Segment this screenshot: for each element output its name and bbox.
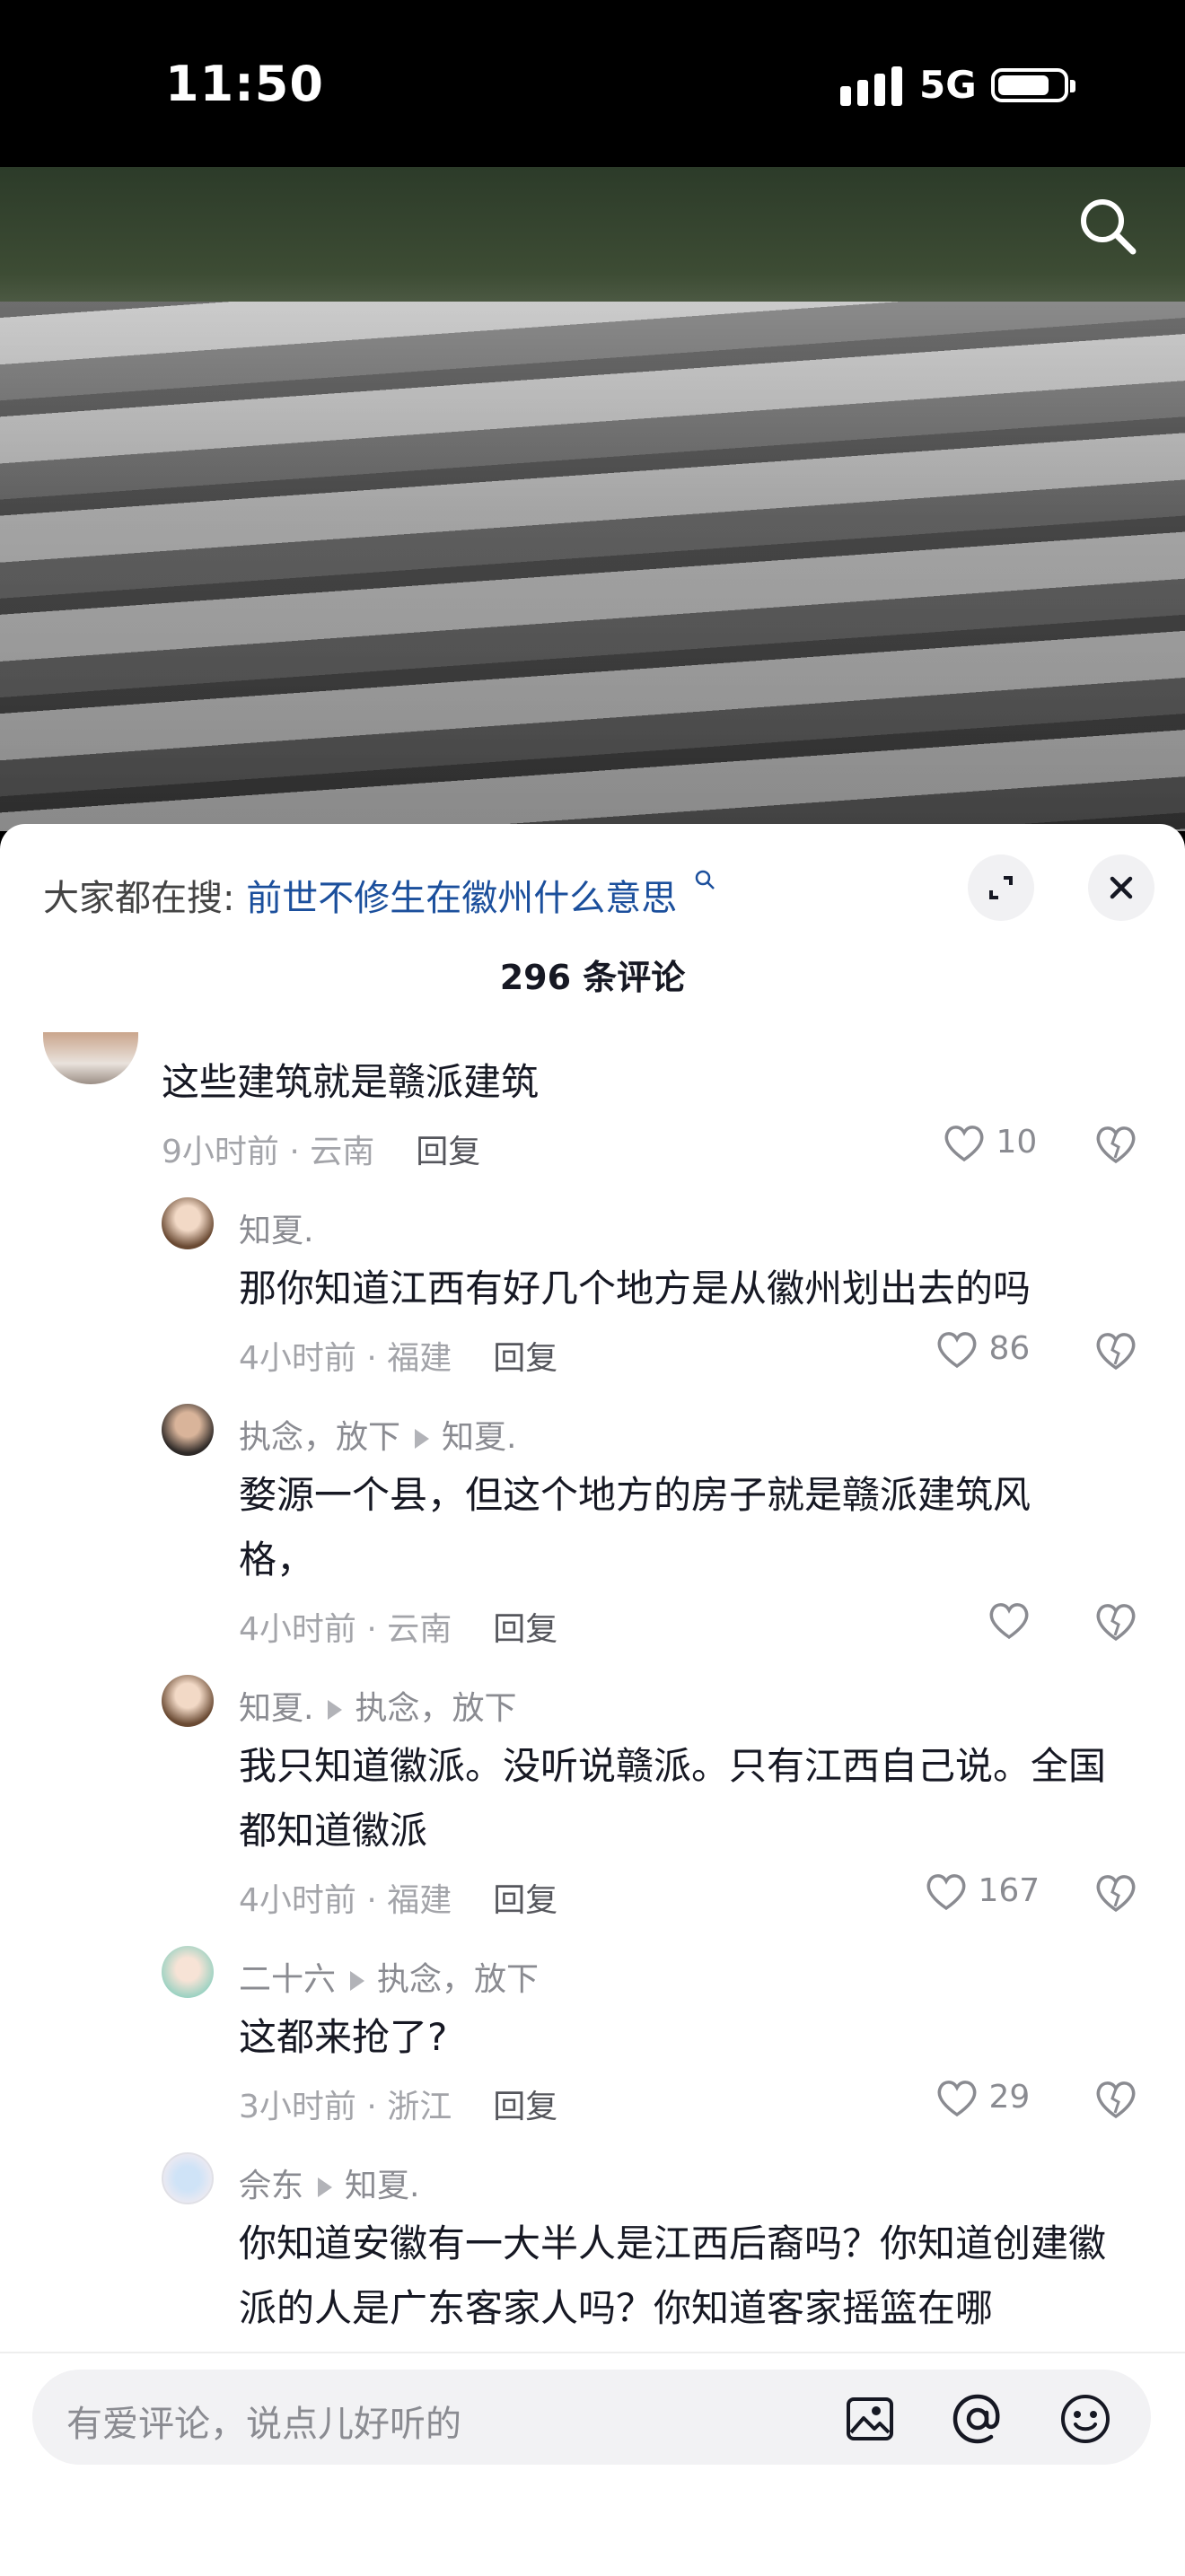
comment-time-location: 4小时前 · 福建 (239, 1340, 452, 1377)
like-count: 10 (996, 1124, 1038, 1161)
like-button[interactable]: 167 (925, 1872, 1040, 1912)
comment-username: 佘东 知夏. (239, 2160, 419, 2206)
close-button[interactable] (1088, 854, 1154, 921)
comment-time-location: 9小时前 · 云南 (162, 1134, 375, 1170)
dislike-icon[interactable] (1093, 2079, 1138, 2120)
comment-text: 我只知道徽派。没听说赣派。只有江西自己说。全国都知道徽派 (239, 1744, 1107, 1853)
dislike-icon[interactable] (1093, 1872, 1138, 1914)
close-icon (1110, 876, 1133, 899)
like-count: 29 (988, 2079, 1031, 2116)
video-forest (0, 167, 1185, 320)
comment-meta: 4小时前 · 云南 回复 (239, 1603, 557, 1650)
comment-input-bar: 有爱评论，说点儿好听的 (0, 2352, 1185, 2576)
comment-username: 二十六 执念，放下 (239, 1953, 539, 2000)
comment-username: 知夏. 执念，放下 (239, 1682, 516, 1729)
heart-icon (937, 1332, 977, 1369)
reply-arrow-icon (318, 2177, 333, 2197)
comment-meta: 3小时前 · 浙江 回复 (239, 2081, 557, 2127)
comment-input[interactable]: 有爱评论，说点儿好听的 (32, 2370, 1151, 2465)
comment-count: 296 条评论 (499, 958, 686, 997)
expand-icon (989, 876, 1013, 899)
comment-time-location: 3小时前 · 浙江 (239, 2089, 452, 2125)
reply-arrow-icon (328, 1700, 343, 1720)
comment-text: 这些建筑就是赣派建筑 (162, 1060, 540, 1104)
reply-to-username[interactable]: 知夏. (442, 1419, 516, 1456)
avatar[interactable] (43, 1032, 138, 1084)
comment-meta: 9小时前 · 云南 回复 (162, 1126, 480, 1172)
dislike-icon[interactable] (1093, 1330, 1138, 1371)
comment-username: 执念，放下 知夏. (239, 1411, 516, 1458)
comment-text: 那你知道江西有好几个地方是从徽州划出去的吗 (239, 1266, 1031, 1310)
like-count: 167 (978, 1872, 1040, 1909)
reply-to-username[interactable]: 执念，放下 (355, 1690, 516, 1727)
comment-username[interactable]: 二十六 (239, 1961, 336, 1998)
comment-username[interactable]: 佘东 (239, 2168, 303, 2204)
signal-icon (840, 66, 902, 106)
like-button[interactable]: 10 (943, 1124, 1037, 1163)
battery-icon (991, 68, 1075, 102)
comment-username[interactable]: 执念，放下 (239, 1419, 400, 1456)
video-village (0, 302, 1185, 831)
comment-text: 这都来抢了? (239, 2015, 448, 2059)
comment-meta: 4小时前 · 福建 回复 (239, 1332, 557, 1379)
search-icon (695, 870, 715, 889)
reply-button[interactable]: 回复 (493, 2089, 557, 2125)
comment-username[interactable]: 知夏. (239, 1690, 313, 1727)
comment-text: 婺源一个县，但这个地方的房子就是赣派建筑风格， (239, 1473, 1031, 1582)
comment-time-location: 4小时前 · 福建 (239, 1882, 452, 1919)
expand-button[interactable] (968, 854, 1034, 921)
heart-icon (937, 2081, 977, 2117)
status-bar: 11:50 5G (0, 0, 1185, 171)
image-icon[interactable] (844, 2393, 896, 2445)
comment-meta: 4小时前 · 福建 回复 (239, 1874, 557, 1921)
reply-arrow-icon (415, 1429, 430, 1449)
reply-to-username[interactable]: 执念，放下 (377, 1961, 539, 1998)
reply-button[interactable]: 回复 (493, 1882, 557, 1919)
like-count: 86 (988, 1330, 1031, 1367)
hot-search-prefix: 大家都在搜: (43, 878, 235, 919)
video-player[interactable] (0, 167, 1185, 831)
clock: 11:50 (165, 56, 324, 112)
emoji-icon[interactable] (1059, 2393, 1111, 2445)
network-type: 5G (919, 63, 977, 107)
comment-sheet: 大家都在搜: 前世不修生在徽州什么意思 296 条评论 这些建筑就是赣派建筑 9… (0, 824, 1185, 2574)
hot-search-bar[interactable]: 大家都在搜: 前世不修生在徽州什么意思 (43, 869, 715, 921)
reply-button[interactable]: 回复 (493, 1340, 557, 1377)
comment-input-placeholder: 有爱评论，说点儿好听的 (66, 2404, 461, 2445)
heart-icon (926, 1874, 966, 1911)
like-button[interactable]: 86 (935, 1330, 1030, 1370)
comment-text: 你知道安徽有一大半人是江西后裔吗？你知道创建徽派的人是广东客家人吗？你知道客家摇… (239, 2221, 1107, 2330)
comment-time-location: 4小时前 · 云南 (239, 1611, 452, 1648)
heart-icon (989, 1603, 1029, 1640)
avatar[interactable] (162, 1197, 214, 1249)
like-button[interactable]: 29 (935, 2079, 1030, 2118)
mention-icon[interactable] (952, 2393, 1004, 2445)
avatar[interactable] (162, 1675, 214, 1727)
heart-icon (944, 1126, 984, 1162)
avatar[interactable] (162, 1946, 214, 1998)
hot-search-query[interactable]: 前世不修生在徽州什么意思 (246, 878, 677, 919)
dislike-icon[interactable] (1093, 1601, 1138, 1643)
reply-button[interactable]: 回复 (416, 1134, 480, 1170)
search-icon[interactable] (1075, 194, 1138, 257)
reply-to-username[interactable]: 知夏. (345, 2168, 419, 2204)
comment-username[interactable]: 知夏. (239, 1205, 313, 1251)
avatar[interactable] (162, 2152, 214, 2204)
dislike-icon[interactable] (1093, 1124, 1138, 1165)
reply-arrow-icon (350, 1971, 365, 1991)
avatar[interactable] (162, 1404, 214, 1456)
reply-button[interactable]: 回复 (493, 1611, 557, 1648)
like-button[interactable] (988, 1601, 1031, 1641)
